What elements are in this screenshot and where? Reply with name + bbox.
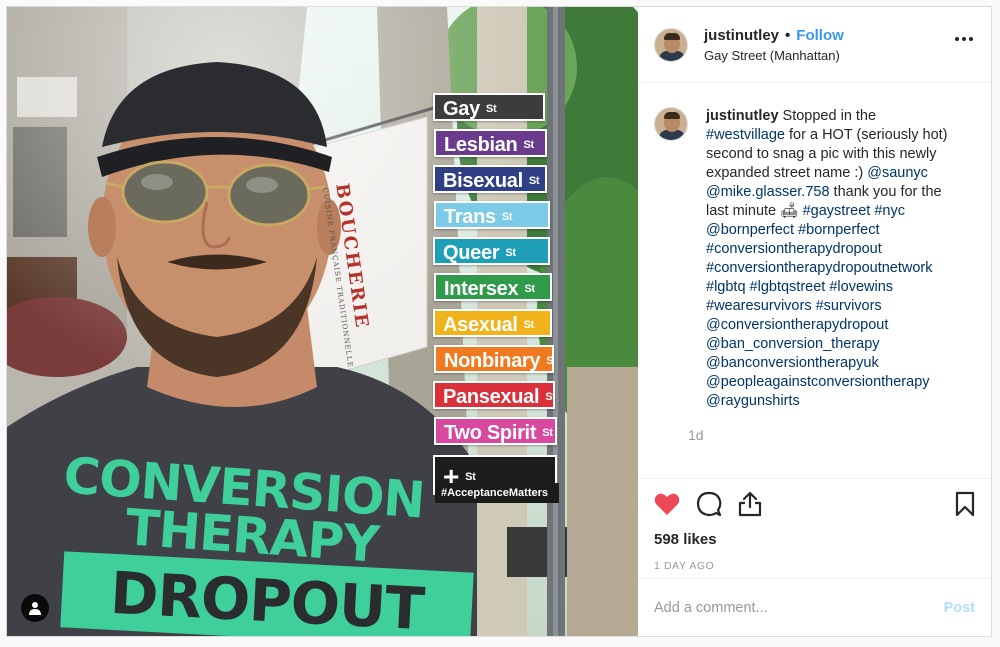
instagram-post: BOUCHERIE CUISINE FRANÇAISE TRADITIONNEL… [6, 6, 992, 637]
street-sign-name: Trans [444, 206, 496, 228]
street-sign-name: Pansexual [443, 386, 540, 408]
post-comment-button[interactable]: Post [944, 600, 975, 616]
more-options-icon[interactable] [955, 37, 973, 41]
caption-tag-link[interactable]: #bornperfect [798, 222, 879, 238]
share-icon[interactable] [738, 491, 762, 517]
post-photo[interactable]: BOUCHERIE CUISINE FRANÇAISE TRADITIONNEL… [7, 7, 638, 636]
street-sign-name: Bisexual [443, 170, 523, 192]
add-comment-bar: Post [638, 578, 991, 636]
street-sign-suffix: St [523, 319, 535, 331]
street-sign: Lesbian St [434, 129, 547, 157]
street-sign-suffix: St [528, 175, 540, 187]
street-sign-name: Queer [443, 242, 500, 264]
caption-tag-link[interactable]: #lgbtqstreet [750, 279, 826, 295]
actions-bar: 598 likes 1 DAY AGO [638, 478, 991, 578]
caption-tag-link[interactable]: @conversiontherapydropout [706, 317, 888, 333]
caption-segment: Stopped in the [778, 108, 877, 124]
street-sign-suffix: St [524, 283, 535, 295]
street-sign-suffix: St [546, 355, 554, 367]
street-sign-name: Nonbinary [444, 350, 541, 372]
caption-tag-link[interactable]: @mike.glasser.758 [706, 184, 830, 200]
caption-tag-link[interactable]: #lgbtq [706, 279, 746, 295]
comments-section: justinutley Stopped in the #westvillage … [638, 83, 991, 478]
caption-tag-link[interactable]: @ban_conversion_therapy [706, 336, 880, 352]
caption-tag-link[interactable]: @banconversiontherapyuk [706, 355, 879, 371]
avatar[interactable] [654, 27, 688, 62]
street-sign: Gay St [433, 93, 545, 121]
street-sign-name: Lesbian [444, 134, 518, 156]
street-sign: Pansexual St [433, 381, 555, 409]
post-date: 1 DAY AGO [654, 560, 715, 572]
follow-button[interactable]: Follow [796, 27, 844, 44]
heart-icon[interactable] [654, 492, 680, 516]
street-sign-name: Intersex [444, 278, 519, 300]
separator-dot: • [785, 26, 791, 44]
caption-tag-link[interactable]: #survivors [816, 298, 882, 314]
location-link[interactable]: Gay Street (Manhattan) [704, 48, 844, 63]
caption-tag-link[interactable]: #wearesurvivors [706, 298, 812, 314]
user-tag-button[interactable] [21, 594, 49, 622]
caption-tag-link[interactable]: @raygunshirts [706, 393, 800, 409]
caption-tag-link[interactable]: @saunyc [867, 165, 928, 181]
caption-tag-link[interactable]: #lovewins [829, 279, 893, 295]
street-sign: Intersex St [434, 273, 552, 301]
street-sign: Bisexual St [433, 165, 547, 193]
street-sign-suffix: St [485, 103, 497, 115]
caption-tag-link[interactable]: #westvillage [706, 127, 785, 143]
caption-segment: 🛋 [780, 203, 799, 219]
street-sign-suffix: St [523, 139, 534, 151]
post-panel: justinutley • Follow Gay Street (Manhatt… [638, 7, 991, 636]
street-sign: Nonbinary St [434, 345, 554, 373]
caption-tag-link[interactable]: #conversiontherapydropoutnetwork [706, 260, 933, 276]
caption-username[interactable]: justinutley [706, 108, 779, 124]
caption-tag-link[interactable]: #gaystreet [803, 203, 871, 219]
caption-time[interactable]: 1d [688, 427, 958, 443]
street-sign-name: Two Spirit [444, 422, 537, 444]
comment-icon[interactable] [696, 491, 722, 517]
comment-input[interactable] [654, 599, 944, 616]
street-sign-suffix: St [545, 391, 555, 403]
caption-tag-link[interactable]: #conversiontherapydropout [706, 241, 882, 257]
caption-avatar[interactable] [654, 107, 688, 141]
caption-tag-link[interactable]: #nyc [874, 203, 905, 219]
street-sign-suffix: St [501, 211, 513, 223]
street-sign-suffix: St [542, 427, 553, 439]
bookmark-icon[interactable] [955, 491, 975, 517]
header-username[interactable]: justinutley [704, 27, 779, 44]
street-sign-name: Gay [443, 98, 480, 120]
street-sign: Two Spirit St [434, 417, 557, 445]
street-sign-name: Asexual [443, 314, 518, 336]
street-sign-suffix: St [505, 247, 516, 259]
caption-tag-link[interactable]: @bornperfect [706, 222, 794, 238]
post-header: justinutley • Follow Gay Street (Manhatt… [638, 7, 991, 83]
caption-tag-link[interactable]: @peopleagainstconversiontherapy [706, 374, 930, 390]
person-icon [29, 602, 41, 615]
likes-count[interactable]: 598 likes [654, 531, 975, 548]
street-sign: Trans St [434, 201, 550, 229]
caption-text: justinutley Stopped in the #westvillage … [706, 107, 958, 411]
street-sign: Queer St [433, 237, 550, 265]
street-sign: Asexual St [433, 309, 552, 337]
